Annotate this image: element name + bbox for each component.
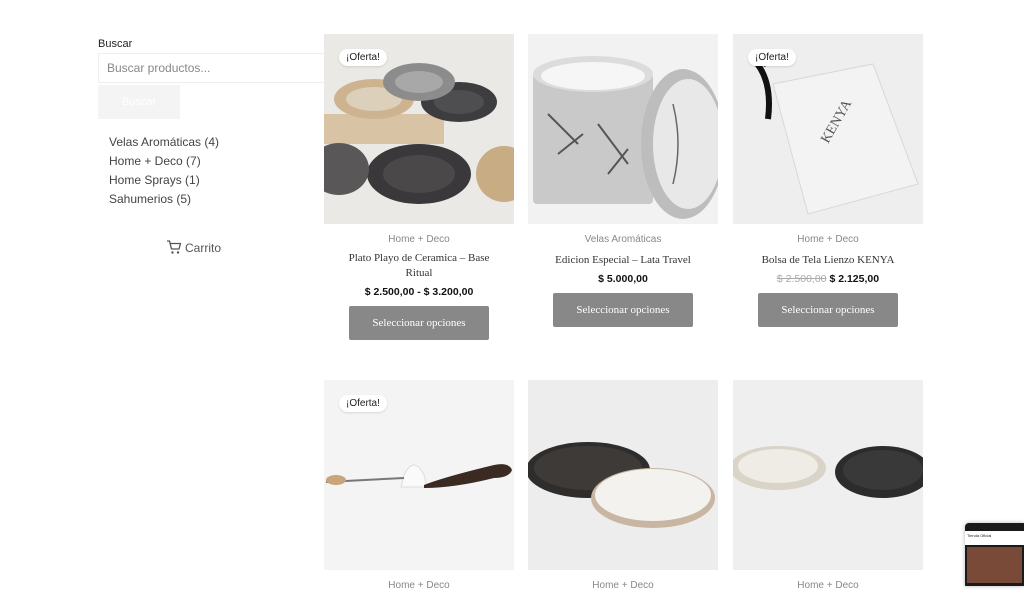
product-image[interactable]: KENYA ¡Oferta! bbox=[733, 34, 923, 224]
product-title[interactable]: Bolsa de Tela Lienzo KENYA bbox=[745, 253, 911, 268]
product-title[interactable]: Plato Playo de Ceramica – Base Ritual bbox=[336, 251, 502, 281]
category-name[interactable]: Velas Aromáticas bbox=[109, 135, 201, 149]
product-price: $ 5.000,00 bbox=[598, 273, 648, 285]
preview-label: Tienda Oficial bbox=[965, 531, 1024, 545]
search-input[interactable] bbox=[98, 53, 328, 83]
sidebar: Buscar Buscar Velas Aromáticas (4) Home … bbox=[98, 38, 328, 209]
product-card: Home + Deco bbox=[528, 380, 718, 591]
old-price: $ 2.500,00 bbox=[776, 273, 827, 285]
product-image[interactable]: ¡Oferta! bbox=[324, 34, 514, 224]
store-preview-thumbnail[interactable]: Tienda Oficial bbox=[965, 523, 1024, 586]
product-card: Velas Aromáticas Edicion Especial – Lata… bbox=[528, 34, 718, 327]
product-title[interactable]: Edicion Especial – Lata Travel bbox=[540, 253, 706, 268]
select-options-button[interactable]: Seleccionar opciones bbox=[758, 293, 898, 327]
sale-badge: ¡Oferta! bbox=[339, 395, 387, 412]
product-image[interactable] bbox=[733, 380, 923, 570]
sale-badge: ¡Oferta! bbox=[339, 49, 387, 66]
category-count: (4) bbox=[204, 135, 220, 149]
product-price: $ 2.500,00 $ 2.125,00 bbox=[733, 273, 923, 285]
product-card: ¡Oferta! Home + Deco bbox=[324, 380, 514, 591]
product-category[interactable]: Home + Deco bbox=[324, 234, 514, 245]
round-plates-photo bbox=[733, 446, 923, 498]
candle-tin-photo bbox=[533, 56, 718, 219]
product-image[interactable] bbox=[528, 34, 718, 224]
search-button[interactable]: Buscar bbox=[98, 85, 180, 119]
category-item[interactable]: Home + Deco (7) bbox=[109, 152, 328, 171]
product-price: $ 2.500,00 - $ 3.200,00 bbox=[364, 286, 474, 298]
category-name[interactable]: Home Sprays bbox=[109, 173, 182, 187]
select-options-button[interactable]: Seleccionar opciones bbox=[553, 293, 693, 327]
cart-icon bbox=[167, 240, 182, 254]
product-category[interactable]: Velas Aromáticas bbox=[528, 234, 718, 245]
product-image[interactable] bbox=[528, 380, 718, 570]
category-name[interactable]: Home + Deco bbox=[109, 154, 183, 168]
category-item[interactable]: Velas Aromáticas (4) bbox=[109, 133, 328, 152]
product-card: KENYA ¡Oferta! Home + Deco Bolsa de Tela… bbox=[733, 34, 923, 327]
select-options-button[interactable]: Seleccionar opciones bbox=[349, 306, 489, 340]
product-card: ¡Oferta! Home + Deco Plato Playo de Cera… bbox=[324, 34, 514, 340]
sale-price: $ 2.125,00 bbox=[829, 273, 880, 285]
category-name[interactable]: Sahumerios bbox=[109, 192, 173, 206]
product-image[interactable]: ¡Oferta! bbox=[324, 380, 514, 570]
cart-link[interactable]: Carrito bbox=[166, 240, 221, 255]
product-category[interactable]: Home + Deco bbox=[733, 234, 923, 245]
cart-label: Carrito bbox=[185, 240, 222, 255]
category-item[interactable]: Sahumerios (5) bbox=[109, 190, 328, 209]
product-card: Home + Deco bbox=[733, 380, 923, 591]
sale-badge: ¡Oferta! bbox=[748, 49, 796, 66]
search-label: Buscar bbox=[98, 38, 133, 50]
category-list: Velas Aromáticas (4) Home + Deco (7) Hom… bbox=[109, 133, 328, 209]
category-count: (7) bbox=[186, 154, 201, 168]
category-count: (5) bbox=[176, 192, 192, 206]
category-count: (1) bbox=[185, 173, 200, 187]
preview-image bbox=[967, 547, 1022, 583]
category-item[interactable]: Home Sprays (1) bbox=[109, 171, 328, 190]
oval-trays-photo bbox=[528, 442, 715, 528]
